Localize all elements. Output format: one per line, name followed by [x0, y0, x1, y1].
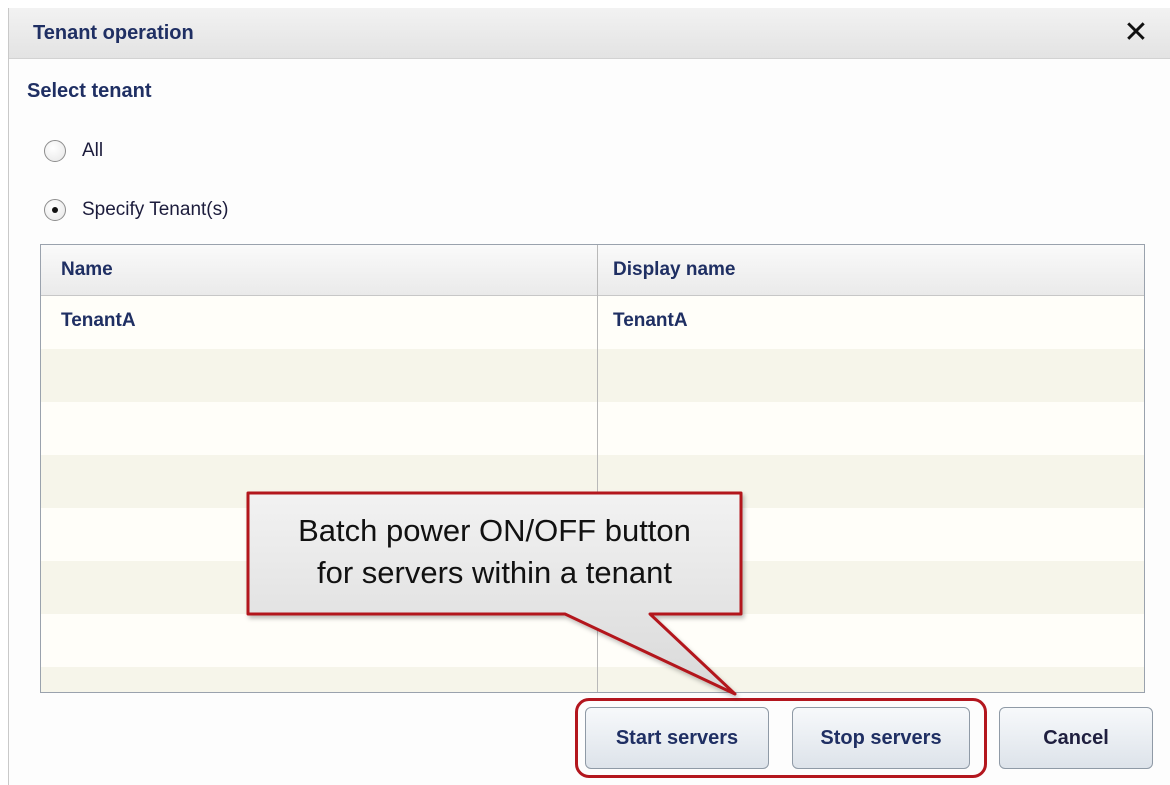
cancel-button[interactable]: Cancel — [999, 707, 1153, 769]
cell-display-name: TenantA — [613, 310, 688, 331]
table-row-empty — [41, 402, 1144, 455]
callout-text: Batch power ON/OFF button for servers wi… — [252, 510, 737, 594]
column-header-name[interactable]: Name — [61, 259, 113, 281]
table-row-empty — [41, 667, 1144, 692]
radio-all-icon[interactable] — [44, 140, 66, 162]
radio-option-all[interactable]: All — [44, 136, 103, 166]
table-row-empty — [41, 349, 1144, 402]
table-row-empty — [41, 614, 1144, 667]
column-divider[interactable] — [597, 245, 598, 692]
dialog-title: Tenant operation — [33, 22, 194, 44]
column-header-display-name[interactable]: Display name — [613, 259, 736, 281]
table-header: Name Display name — [41, 245, 1144, 296]
tenant-table: Name Display name TenantA TenantA — [40, 244, 1145, 693]
table-row[interactable]: TenantA TenantA — [41, 296, 1144, 349]
cell-name: TenantA — [61, 310, 136, 331]
radio-label-specify-tenants: Specify Tenant(s) — [82, 199, 229, 220]
radio-label-all: All — [82, 140, 104, 161]
callout-line-2: for servers within a tenant — [317, 555, 672, 590]
radio-specify-icon[interactable] — [44, 199, 66, 221]
callout-line-1: Batch power ON/OFF button — [298, 513, 691, 548]
radio-option-specify-tenants[interactable]: Specify Tenant(s) — [44, 195, 228, 225]
radio-selected-dot — [52, 207, 58, 213]
stop-servers-button[interactable]: Stop servers — [792, 707, 970, 769]
table-row-empty — [41, 455, 1144, 508]
close-icon[interactable]: ✕ — [1119, 14, 1153, 52]
start-servers-button[interactable]: Start servers — [585, 707, 769, 769]
dialog-titlebar: Tenant operation ✕ — [9, 8, 1170, 59]
select-tenant-heading: Select tenant — [27, 80, 152, 102]
